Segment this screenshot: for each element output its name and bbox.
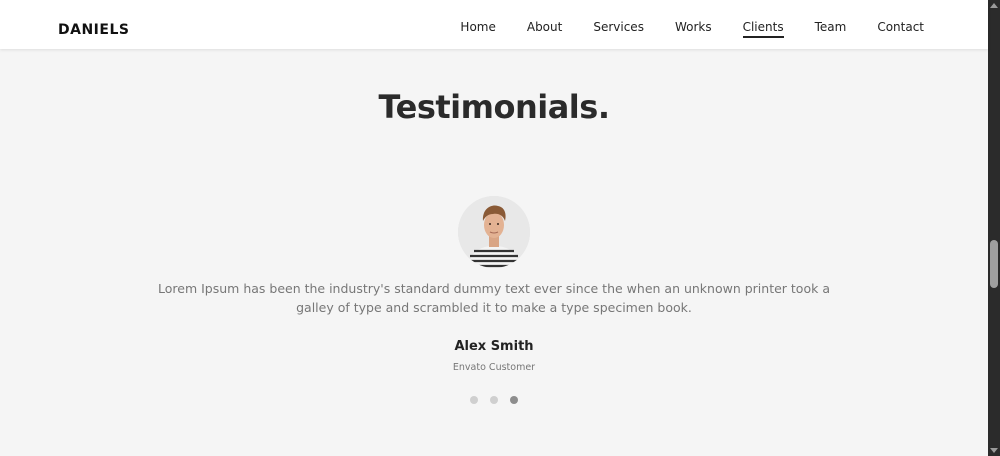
nav-item-team[interactable]: Team [815, 20, 847, 38]
testimonial-quote: Lorem Ipsum has been the industry's stan… [158, 281, 830, 315]
nav-item-clients[interactable]: Clients [742, 20, 784, 38]
brand-logo[interactable]: DANIELS [58, 22, 129, 38]
carousel-dot-3[interactable] [510, 396, 518, 404]
main-nav: Home About Services Works Clients Team C… [429, 20, 924, 38]
nav-item-works[interactable]: Works [675, 20, 712, 38]
author-name: Alex Smith [454, 339, 534, 354]
nav-item-about[interactable]: About [527, 20, 562, 38]
section-title: Testimonials. [378, 88, 610, 126]
page-scrollbar[interactable] [988, 0, 1000, 456]
scroll-down-arrow-icon[interactable] [990, 448, 998, 453]
scroll-up-arrow-icon[interactable] [990, 3, 998, 8]
author-role: Envato Customer [452, 362, 536, 373]
avatar-portrait-icon [458, 196, 530, 268]
carousel-dot-1[interactable] [470, 396, 478, 404]
scrollbar-thumb[interactable] [990, 240, 998, 288]
nav-item-home[interactable]: Home [460, 20, 495, 38]
site-header: DANIELS Home About Services Works Client… [0, 0, 988, 49]
nav-item-services[interactable]: Services [593, 20, 644, 38]
carousel-dot-2[interactable] [490, 396, 498, 404]
carousel-pagination [0, 396, 988, 404]
nav-item-contact[interactable]: Contact [877, 20, 924, 38]
avatar [458, 196, 530, 268]
